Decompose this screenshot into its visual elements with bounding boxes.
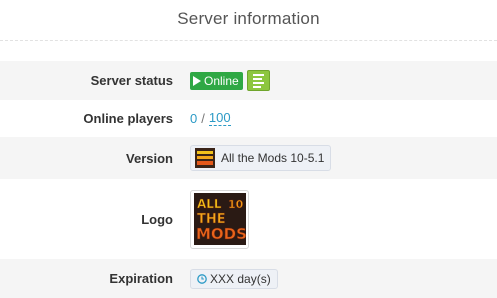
players-max-count-link[interactable]: 100 — [208, 111, 231, 126]
version-name: All the Mods 10-5.1 — [221, 151, 325, 165]
modpack-logo-image: ALL 10 THE MODS — [193, 193, 246, 245]
row-online-players: Online players 0 / 100 — [0, 100, 497, 137]
status-details-button[interactable] — [246, 70, 270, 91]
logo-value: ALL 10 THE MODS — [190, 189, 249, 249]
version-label: Version — [126, 150, 173, 166]
row-version: Version All the Mods 10-5.1 — [0, 137, 497, 179]
server-status-label: Server status — [90, 73, 173, 88]
row-server-status: Server status Online — [0, 61, 497, 100]
server-status-value: Online — [190, 70, 270, 91]
modpack-thumbnail-icon — [195, 148, 215, 168]
svg-text:MODS: MODS — [196, 225, 246, 243]
online-status-badge: Online — [190, 71, 243, 90]
players-separator: / — [201, 111, 205, 126]
row-logo: Logo ALL 10 THE MODS — [0, 179, 497, 259]
logo-label: Logo — [141, 211, 173, 227]
online-players-value: 0 / 100 — [190, 111, 231, 126]
expiration-label: Expiration — [109, 271, 173, 286]
modpack-logo[interactable]: ALL 10 THE MODS — [190, 189, 249, 249]
title-divider — [0, 40, 497, 41]
expiration-chip: XXX day(s) — [190, 268, 278, 289]
version-chip: All the Mods 10-5.1 — [190, 145, 332, 171]
play-icon — [193, 75, 201, 86]
expiration-text: XXX day(s) — [210, 271, 271, 286]
version-value: All the Mods 10-5.1 — [190, 145, 332, 171]
status-badge-label: Online — [204, 73, 239, 88]
clock-icon — [197, 273, 207, 284]
svg-text:10: 10 — [228, 198, 244, 211]
panel-title: Server information — [177, 9, 320, 28]
svg-text:ALL: ALL — [197, 197, 222, 211]
expiration-value: XXX day(s) — [190, 268, 278, 289]
online-players-label: Online players — [83, 111, 173, 126]
players-current-count: 0 — [190, 111, 198, 126]
row-expiration: Expiration XXX day(s) — [0, 259, 497, 298]
server-info-panel: Server information Server status Online … — [0, 0, 497, 298]
list-lines-icon — [252, 73, 264, 88]
